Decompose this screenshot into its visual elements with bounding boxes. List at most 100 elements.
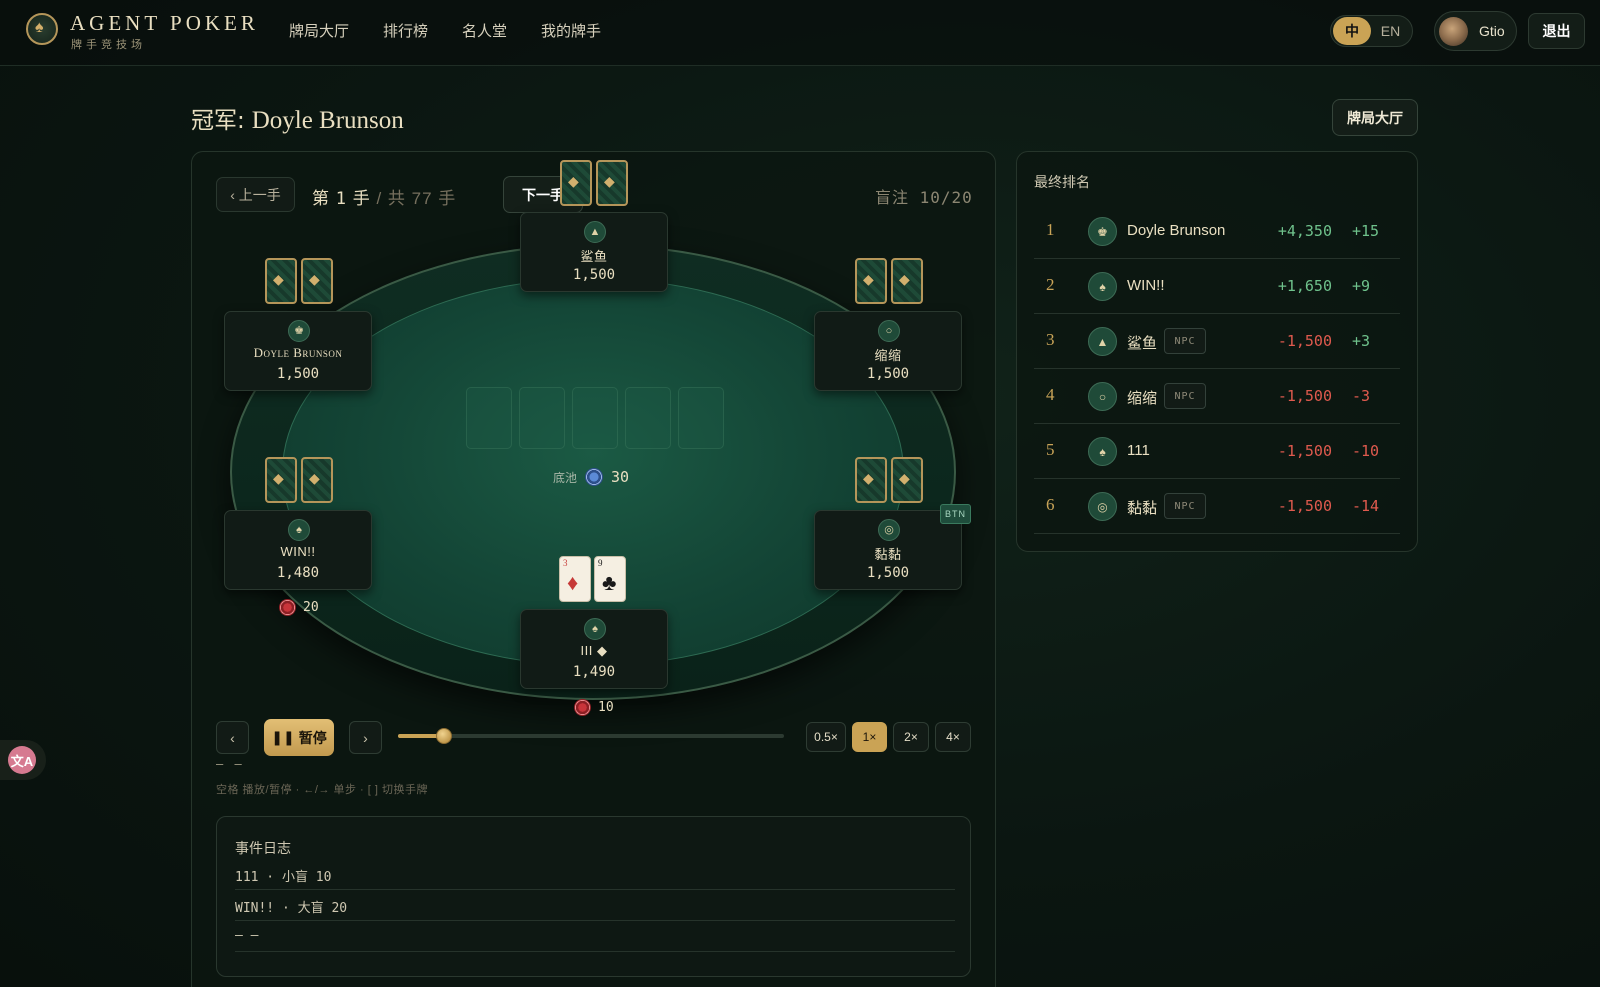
hero-card: 9 ♣: [594, 556, 626, 602]
prev-hand-button[interactable]: ‹ 上一手: [216, 177, 295, 212]
translate-icon: 文A: [8, 746, 36, 774]
logo-icon[interactable]: ♠: [26, 13, 58, 45]
rank-delta: -10: [1352, 442, 1380, 460]
card-rank: 3: [563, 558, 568, 568]
progress-slider[interactable]: [398, 728, 784, 744]
rank-score: -1,500: [1277, 442, 1332, 460]
hero-card: 3 ♦: [559, 556, 591, 602]
ranking-row[interactable]: 6 ◎ 黏黏 NPC -1,500 -14: [1034, 479, 1400, 534]
player-chips: 1,490: [572, 664, 616, 680]
rank-score: +4,350: [1277, 222, 1332, 240]
player-name: WIN!!: [280, 544, 316, 559]
nav-item-hall-of-fame[interactable]: 名人堂: [462, 20, 507, 41]
translate-button[interactable]: 文A: [0, 740, 46, 780]
board-card-slot: [572, 387, 618, 449]
player-avatar-icon: ▲: [1088, 327, 1117, 356]
card-back: [560, 160, 592, 206]
rank-player-name: 鲨鱼: [1127, 335, 1158, 352]
event-log-title: 事件日志: [235, 840, 291, 856]
speed-1x[interactable]: 1×: [852, 722, 887, 752]
card-suit: ♣: [602, 570, 617, 595]
rank-player-name: 缩缩: [1127, 390, 1158, 407]
speed-2x[interactable]: 2×: [893, 722, 929, 752]
hand-number: 1: [335, 189, 347, 209]
seat-bottom-left[interactable]: ♠ WIN!! 1,480: [224, 510, 372, 590]
rank-player-name: WIN!!: [1127, 277, 1165, 294]
player-name: 鲨鱼: [580, 249, 608, 264]
npc-badge: NPC: [1164, 493, 1206, 519]
player-bet: 20: [279, 599, 319, 616]
card-rank: 9: [598, 558, 603, 568]
chip-icon: [574, 699, 591, 716]
lang-option-en[interactable]: EN: [1371, 23, 1410, 39]
champion-label: 冠军:: [191, 108, 245, 134]
champion-name: Doyle Brunson: [251, 107, 404, 134]
player-avatar-icon: ○: [878, 320, 900, 342]
rank-delta: +3: [1352, 332, 1371, 350]
ranking-row[interactable]: 2 ♠ WIN!! +1,650 +9: [1034, 259, 1400, 314]
chip-icon: [585, 468, 604, 486]
ranking-row[interactable]: 3 ▲ 鲨鱼 NPC -1,500 +3: [1034, 314, 1400, 369]
pause-icon: ❚❚: [271, 729, 295, 745]
main-nav: 牌局大厅 排行榜 名人堂 我的牌手: [289, 20, 601, 41]
player-name: III ◆: [580, 643, 608, 658]
card-back: [265, 258, 297, 304]
card-suit: ♦: [567, 570, 579, 595]
speed-4x[interactable]: 4×: [935, 722, 971, 752]
player-name: Doyle Brunson: [253, 345, 343, 360]
rank-player-name: Doyle Brunson: [1127, 222, 1226, 239]
step-back-button[interactable]: ‹: [216, 721, 249, 754]
lobby-button[interactable]: 牌局大厅: [1332, 99, 1418, 136]
dealer-button-badge: BTN: [940, 504, 971, 524]
npc-badge: NPC: [1164, 383, 1206, 409]
brand-title[interactable]: AGENT POKER: [70, 11, 259, 36]
player-chips: 1,500: [276, 366, 320, 382]
language-toggle: 中 EN: [1330, 15, 1413, 47]
nav-item-my-agents[interactable]: 我的牌手: [541, 20, 601, 41]
ranking-row[interactable]: 4 ○ 缩缩 NPC -1,500 -3: [1034, 369, 1400, 424]
avatar: [1439, 17, 1468, 46]
rank-number: 6: [1046, 495, 1055, 514]
rank-number: 2: [1046, 275, 1055, 294]
ranking-row[interactable]: 5 ♠ 111 -1,500 -10: [1034, 424, 1400, 479]
nav-item-lobby[interactable]: 牌局大厅: [289, 20, 349, 41]
card-back: [891, 457, 923, 503]
rank-player-name: 111: [1127, 442, 1150, 459]
rank-delta: +15: [1352, 222, 1380, 240]
seat-top[interactable]: ▲ 鲨鱼 1,500: [520, 212, 668, 292]
seat-top-left[interactable]: ♚ Doyle Brunson 1,500: [224, 311, 372, 391]
player-avatar-icon: ▲: [584, 221, 606, 243]
logout-button[interactable]: 退出: [1528, 13, 1585, 49]
keyboard-hint: 空格 播放/暂停 · ←/→ 单步 · [ ] 切换手牌: [216, 784, 428, 796]
seat-bottom-hero[interactable]: ♠ III ◆ 1,490: [520, 609, 668, 689]
card-back: [855, 258, 887, 304]
nav-item-leaderboard[interactable]: 排行榜: [383, 20, 428, 41]
ranking-row[interactable]: 1 ♚ Doyle Brunson +4,350 +15: [1034, 204, 1400, 259]
user-menu[interactable]: Gtio: [1434, 11, 1517, 51]
hand-unit: 手: [352, 189, 371, 208]
npc-badge: NPC: [1164, 328, 1206, 354]
bet-amount: 10: [598, 700, 614, 715]
chip-icon: [279, 599, 296, 616]
player-name: 黏黏: [874, 547, 902, 562]
player-chips: 1,500: [866, 366, 910, 382]
player-bet: 10: [574, 699, 614, 716]
card-back: [301, 258, 333, 304]
pause-button[interactable]: ❚❚ 暂停: [264, 719, 334, 756]
player-avatar-icon: ♠: [1088, 272, 1117, 301]
page-title: 冠军: Doyle Brunson: [191, 101, 404, 135]
top-nav-bar: ♠ AGENT POKER 牌手竞技场 牌局大厅 排行榜 名人堂 我的牌手 中 …: [0, 0, 1600, 66]
bet-amount: 20: [303, 600, 319, 615]
card-back: [596, 160, 628, 206]
rank-delta: -3: [1352, 387, 1371, 405]
step-forward-button[interactable]: ›: [349, 721, 382, 754]
seat-top-right[interactable]: ○ 缩缩 1,500: [814, 311, 962, 391]
hand-prefix: 第: [312, 189, 330, 208]
rank-delta: -14: [1352, 497, 1380, 515]
board-card-slot: [466, 387, 512, 449]
lang-option-zh[interactable]: 中: [1333, 17, 1371, 45]
player-chips: 1,500: [572, 267, 616, 283]
player-avatar-icon: ♚: [288, 320, 310, 342]
speed-0.5x[interactable]: 0.5×: [806, 722, 846, 752]
rank-number: 4: [1046, 385, 1055, 404]
